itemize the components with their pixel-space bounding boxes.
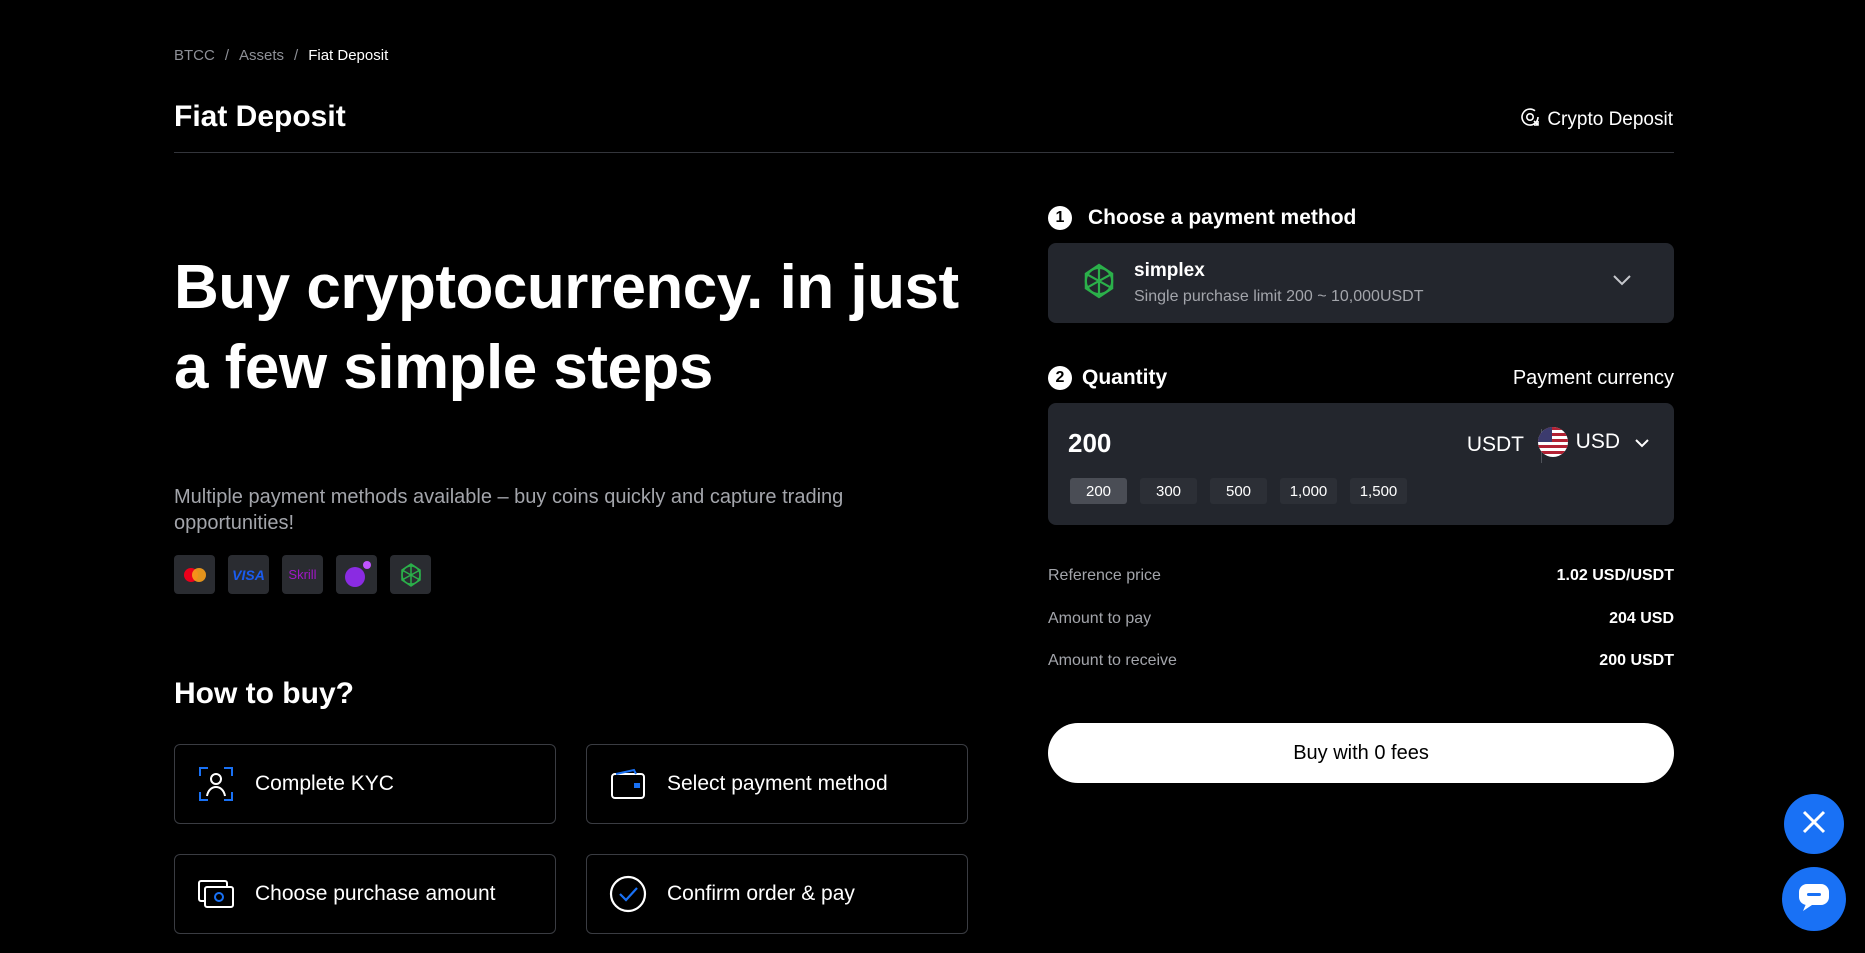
- breadcrumb-separator: /: [294, 47, 299, 64]
- amount-to-pay-row: Amount to pay 204 USD: [1048, 610, 1674, 628]
- breadcrumb-separator: /: [224, 47, 230, 64]
- mastercard-icon: [174, 555, 215, 594]
- simplex-icon: [390, 555, 431, 594]
- chat-support-button[interactable]: [1782, 867, 1846, 931]
- step-card-confirm-pay[interactable]: Confirm order & pay: [586, 854, 968, 934]
- step-label: Select payment method: [667, 772, 888, 795]
- breadcrumb-assets[interactable]: Assets: [239, 47, 284, 64]
- breadcrumb-btcc[interactable]: BTCC: [174, 47, 215, 64]
- crypto-deposit-icon: [1519, 106, 1541, 134]
- info-value: 200 USDT: [1599, 652, 1674, 669]
- breadcrumb: BTCC / Assets / Fiat Deposit: [174, 47, 388, 64]
- preset-chip[interactable]: 200: [1070, 478, 1127, 504]
- quantity-unit: USDT: [1466, 433, 1524, 456]
- info-value: 1.02 USD/USDT: [1556, 567, 1674, 584]
- step-card-payment-method[interactable]: Select payment method: [586, 744, 968, 824]
- payment-method-info: simplex Single purchase limit 200 ~ 10,0…: [1134, 260, 1424, 306]
- info-value: 204 USD: [1609, 610, 1674, 627]
- other-wallet-icon: [336, 555, 377, 594]
- check-circle-icon: [609, 875, 647, 913]
- payment-icons: VISA Skrill: [174, 555, 431, 594]
- quantity-presets: 200 300 500 1,000 1,500: [1070, 478, 1407, 504]
- step2-number: 2: [1048, 366, 1072, 390]
- chevron-down-icon: [1634, 430, 1650, 454]
- chat-bubble-icon: [1798, 882, 1830, 917]
- hero-line-2: a few simple steps: [174, 333, 713, 402]
- info-label: Amount to receive: [1048, 652, 1177, 669]
- how-to-buy-title: How to buy?: [174, 677, 354, 710]
- cash-icon: [197, 875, 235, 913]
- currency-value: USD: [1575, 430, 1620, 453]
- chevron-down-icon: [1612, 273, 1632, 291]
- page-title: Fiat Deposit: [174, 100, 346, 133]
- step-label: Complete KYC: [255, 772, 394, 795]
- reference-price-row: Reference price 1.02 USD/USDT: [1048, 567, 1674, 585]
- amount-to-receive-row: Amount to receive 200 USDT: [1048, 652, 1674, 670]
- preset-chip[interactable]: 300: [1140, 478, 1197, 504]
- visa-text: VISA: [232, 566, 265, 583]
- hero-line-1: Buy cryptocurrency. in just: [174, 253, 959, 322]
- step2-label: Quantity: [1082, 366, 1168, 389]
- hero-title: Buy cryptocurrency. in just a few simple…: [174, 248, 974, 408]
- hero-subtitle: Multiple payment methods available – buy…: [174, 486, 844, 534]
- step-label: Choose purchase amount: [255, 882, 496, 905]
- currency-select[interactable]: USD: [1537, 427, 1650, 457]
- skrill-text: Skrill: [288, 567, 317, 582]
- header-divider: [174, 152, 1674, 153]
- preset-chip[interactable]: 500: [1210, 478, 1267, 504]
- wallet-icon: [609, 765, 647, 803]
- visa-icon: VISA: [228, 555, 269, 594]
- payment-method-name: simplex: [1134, 260, 1205, 281]
- info-label: Amount to pay: [1048, 610, 1152, 627]
- step1-label: Choose a payment method: [1088, 206, 1357, 229]
- info-label: Reference price: [1048, 567, 1161, 584]
- simplex-logo-icon: [1080, 262, 1118, 305]
- fiat-deposit-page: BTCC / Assets / Fiat Deposit Fiat Deposi…: [0, 0, 1865, 953]
- payment-currency-label: Payment currency: [1512, 367, 1674, 389]
- step1-number: 1: [1048, 206, 1072, 230]
- step1-title: 1 Choose a payment method: [1048, 206, 1356, 230]
- us-flag-icon: [1537, 427, 1568, 457]
- step-card-purchase-amount[interactable]: Choose purchase amount: [174, 854, 556, 934]
- breadcrumb-current: Fiat Deposit: [308, 47, 389, 64]
- payment-method-select[interactable]: simplex Single purchase limit 200 ~ 10,0…: [1048, 243, 1674, 323]
- kyc-user-icon: [197, 765, 235, 803]
- payment-method-limit: Single purchase limit 200 ~ 10,000USDT: [1134, 288, 1424, 305]
- preset-chip[interactable]: 1,000: [1280, 478, 1337, 504]
- step2-title: 2 Quantity: [1048, 366, 1167, 390]
- x-twitter-button[interactable]: [1784, 794, 1844, 854]
- skrill-icon: Skrill: [282, 555, 323, 594]
- quantity-panel: USDT USD 200 300 500 1,000 1,500: [1048, 403, 1674, 525]
- crypto-deposit-link[interactable]: Crypto Deposit: [1519, 106, 1673, 134]
- preset-chip[interactable]: 1,500: [1350, 478, 1407, 504]
- x-logo-icon: [1801, 809, 1827, 840]
- buy-button[interactable]: Buy with 0 fees: [1048, 723, 1674, 783]
- crypto-deposit-label: Crypto Deposit: [1547, 109, 1673, 130]
- quantity-input[interactable]: [1068, 428, 1368, 459]
- step-card-kyc[interactable]: Complete KYC: [174, 744, 556, 824]
- step-label: Confirm order & pay: [667, 882, 855, 905]
